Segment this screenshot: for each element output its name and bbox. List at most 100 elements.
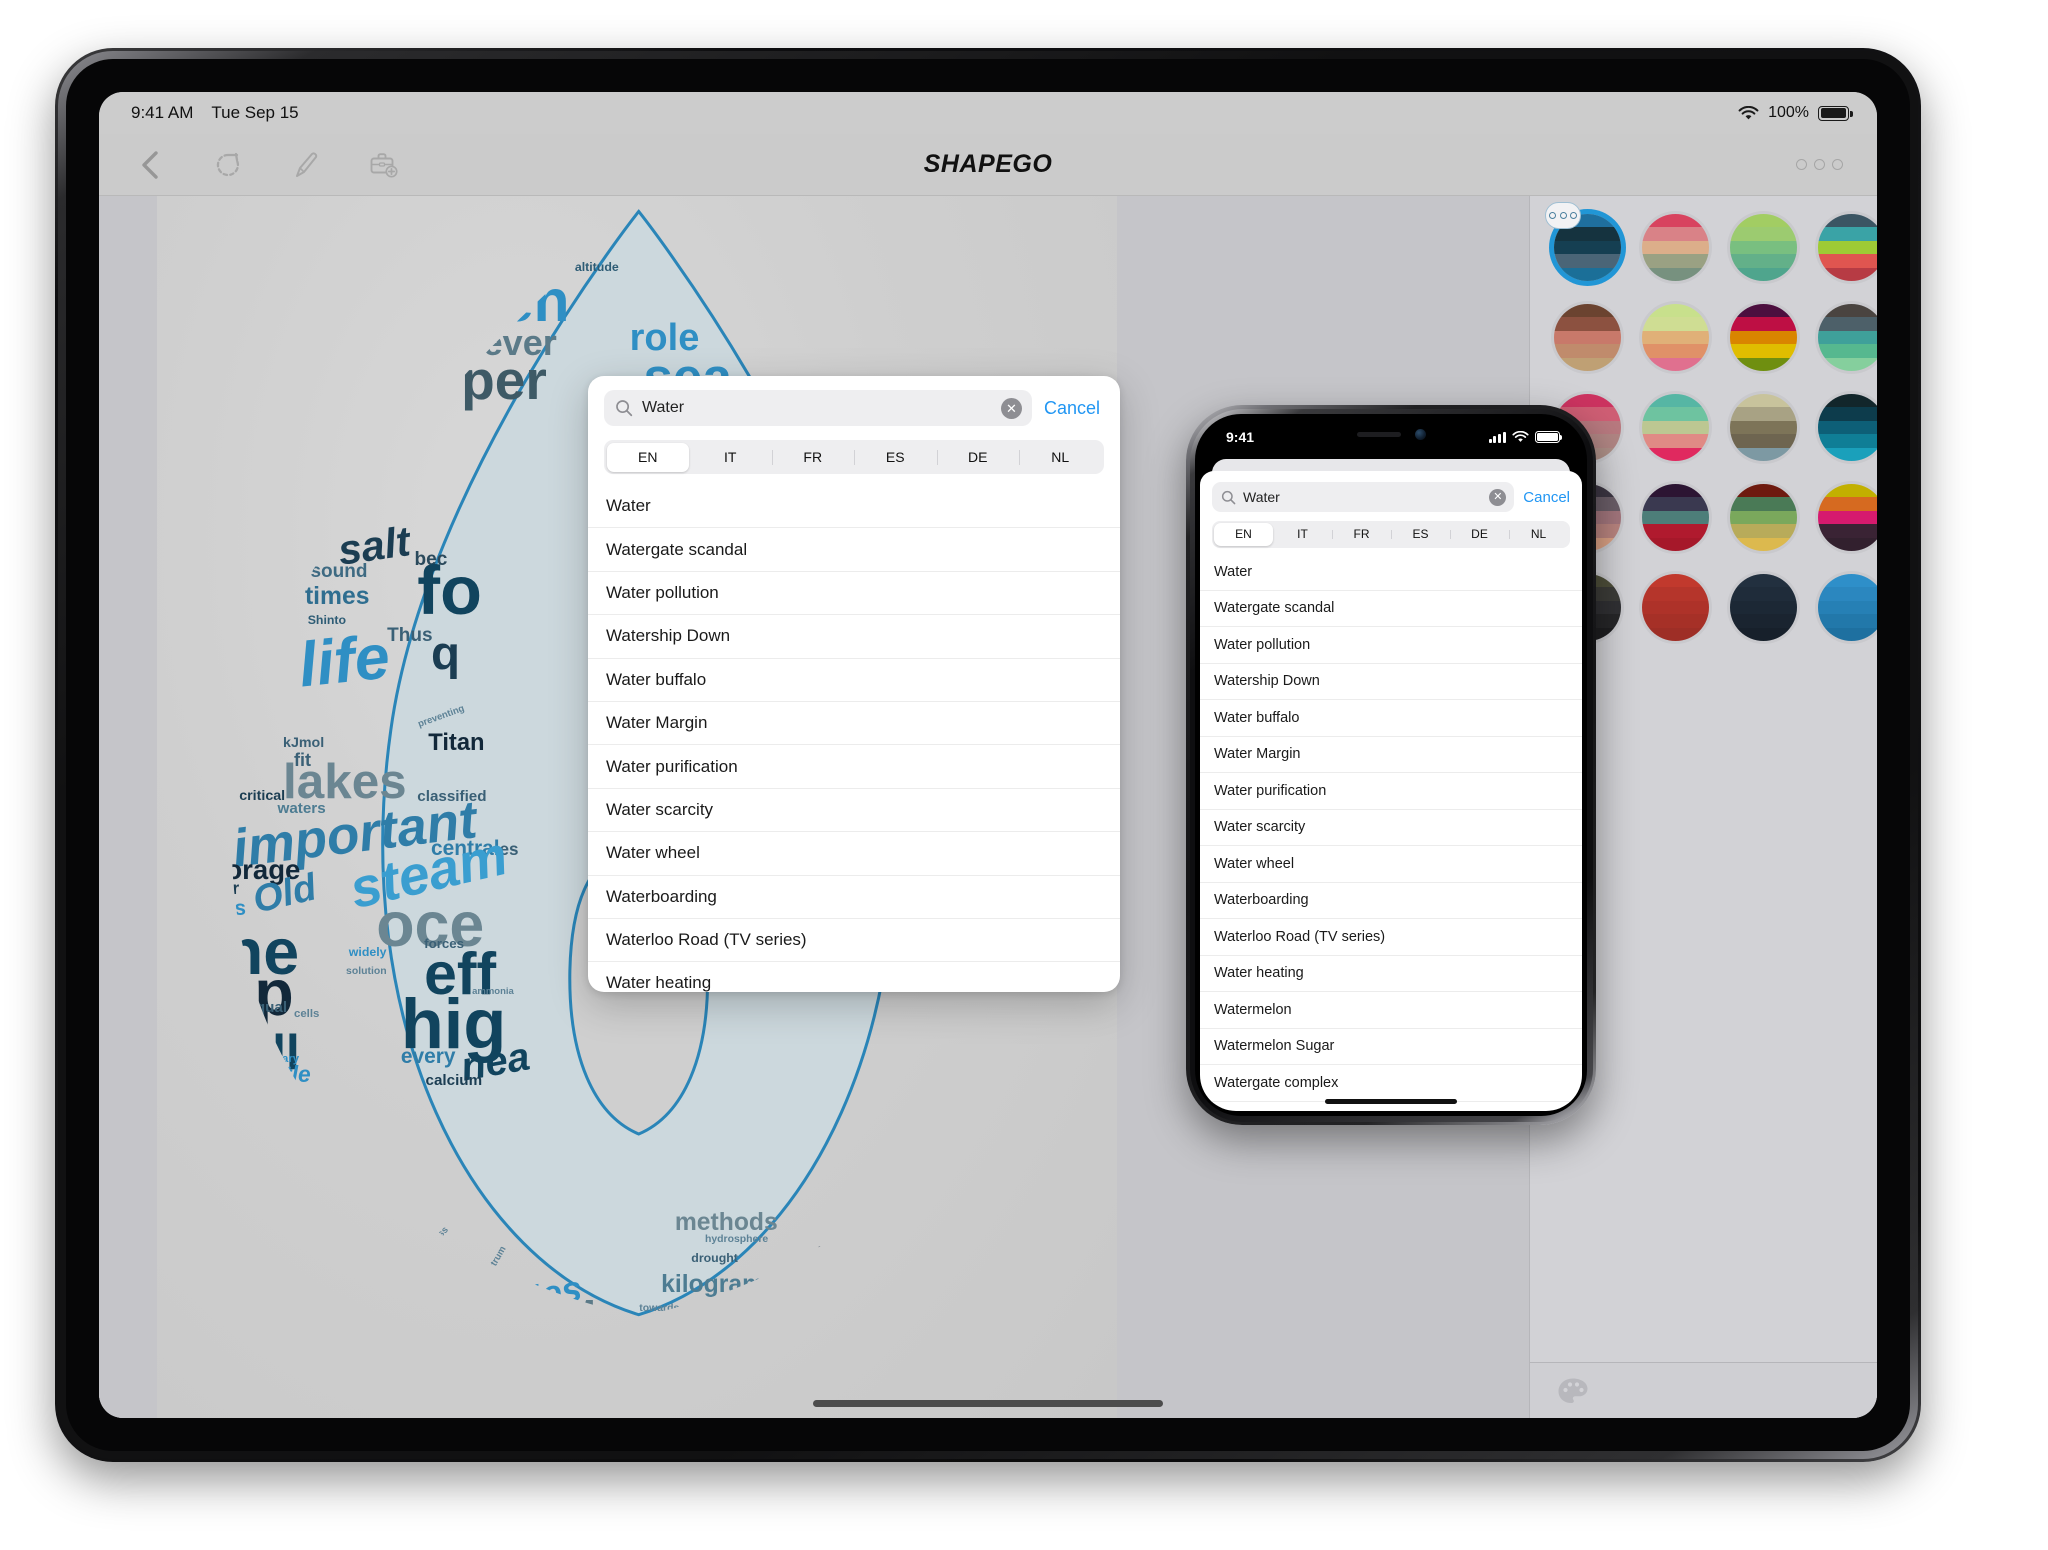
search-result-item[interactable]: Water — [588, 485, 1120, 529]
search-result-item[interactable]: Waterloo Road (TV series) — [588, 919, 1120, 963]
language-tab-de[interactable]: DE — [1450, 523, 1509, 546]
palette-swatch[interactable] — [1818, 484, 1877, 551]
search-result-item[interactable]: Water heating — [588, 962, 1120, 992]
palette-swatch[interactable] — [1642, 304, 1709, 371]
search-result-item[interactable]: Water heating — [1200, 956, 1582, 992]
language-tab-nl[interactable]: NL — [1019, 443, 1102, 472]
search-result-item[interactable]: Water wheel — [588, 832, 1120, 876]
search-result-item[interactable]: Water purification — [588, 745, 1120, 789]
search-result-item[interactable]: Water Margin — [588, 702, 1120, 746]
palette-swatch[interactable] — [1642, 484, 1709, 551]
search-results-list[interactable]: Water Watergate scandal Water pollution Wat… — [588, 485, 1120, 992]
search-result-item[interactable]: Water purification — [1200, 773, 1582, 810]
briefcase-add-icon[interactable] — [367, 148, 401, 182]
ipad-home-indicator[interactable] — [813, 1400, 1163, 1407]
iphone-search-input[interactable]: Water ✕ — [1212, 482, 1515, 512]
search-result-item[interactable]: Water pollution — [1200, 627, 1582, 664]
iphone-search-results-list[interactable]: Water Watergate scandal Water pollution Wat… — [1200, 554, 1582, 1111]
search-icon — [1221, 490, 1236, 505]
palette-swatch[interactable] — [1730, 394, 1797, 461]
language-tab-fr[interactable]: FR — [771, 443, 855, 472]
language-segmented-control[interactable]: EN IT FR ES DE NL — [604, 440, 1104, 474]
search-result-item[interactable]: Watermelon — [1200, 992, 1582, 1029]
word-cloud-word: solution — [346, 966, 387, 978]
rotate-refresh-icon[interactable] — [211, 148, 245, 182]
palette-swatch[interactable] — [1818, 574, 1877, 641]
search-result-item[interactable]: Water Margin — [1200, 737, 1582, 773]
search-result-item[interactable]: Watergate complex — [1200, 1065, 1582, 1102]
chevron-left-icon[interactable] — [133, 148, 167, 182]
word-cloud-word: widely — [348, 944, 387, 959]
clear-icon[interactable]: ✕ — [1000, 397, 1022, 419]
swatch-stripe — [1642, 267, 1709, 281]
swatch-stripe — [1730, 434, 1797, 448]
swatch-stripe — [1730, 497, 1797, 511]
palette-swatch[interactable] — [1730, 484, 1797, 551]
palette-swatch[interactable] — [1818, 394, 1877, 461]
search-result-item[interactable]: Watership Down — [588, 615, 1120, 659]
search-result-item[interactable]: Water — [1200, 554, 1582, 591]
search-dialog[interactable]: Water ✕ Cancel EN IT FR ES DE NL Water Waterga… — [588, 376, 1120, 992]
iphone-search-row: Water ✕ Cancel — [1200, 471, 1582, 519]
language-tab-en[interactable]: EN — [1214, 523, 1273, 546]
swatch-stripe — [1730, 214, 1797, 228]
palette-swatch[interactable] — [1554, 304, 1621, 371]
search-result-item[interactable]: Water pollution — [588, 572, 1120, 616]
swatch-stripe — [1730, 254, 1797, 268]
more-options-icon[interactable] — [1796, 159, 1843, 170]
language-tab-es[interactable]: ES — [854, 443, 937, 472]
cancel-button[interactable]: Cancel — [1044, 398, 1104, 419]
swatch-stripe — [1818, 214, 1877, 228]
search-result-item[interactable]: Watership Down — [1200, 664, 1582, 700]
search-result-item[interactable]: Water wheel — [1200, 846, 1582, 883]
swatch-stripe — [1730, 627, 1797, 641]
iphone-search-dialog[interactable]: Water ✕ Cancel EN IT FR ES DE NL Water Waterga… — [1200, 471, 1582, 1111]
search-result-item[interactable]: Waterboarding — [588, 876, 1120, 919]
language-tab-nl[interactable]: NL — [1509, 523, 1568, 546]
iphone-home-indicator[interactable] — [1325, 1099, 1457, 1104]
palette-swatch[interactable] — [1818, 304, 1877, 371]
search-result-item[interactable]: Waterboarding — [1200, 883, 1582, 919]
word-cloud-word: every — [400, 1045, 456, 1069]
language-tab-fr[interactable]: FR — [1332, 523, 1391, 546]
search-result-item[interactable]: Water buffalo — [588, 659, 1120, 702]
search-result-item[interactable]: Watergate scandal — [1200, 591, 1582, 627]
swatch-stripe — [1554, 227, 1621, 241]
palette-swatch[interactable] — [1730, 304, 1797, 371]
clear-icon[interactable]: ✕ — [1489, 488, 1507, 506]
iphone-language-segmented-control[interactable]: EN IT FR ES DE NL — [1212, 521, 1570, 548]
ipad-status-bar: 9:41 AM Tue Sep 15 100% — [99, 92, 1877, 134]
iphone-cancel-button[interactable]: Cancel — [1523, 489, 1570, 506]
palette-swatch[interactable] — [1730, 214, 1797, 281]
pen-icon[interactable] — [289, 148, 323, 182]
search-row: Water ✕ Cancel — [588, 376, 1120, 436]
search-result-item[interactable]: Watermelon Sugar — [1200, 1029, 1582, 1065]
language-tab-es[interactable]: ES — [1391, 523, 1450, 546]
language-tab-en[interactable]: EN — [606, 442, 689, 472]
language-tab-de[interactable]: DE — [936, 443, 1020, 472]
swatch-stripe — [1818, 447, 1877, 461]
language-tab-it[interactable]: IT — [689, 443, 772, 472]
palette-swatch[interactable] — [1642, 394, 1709, 461]
swatch-stripe — [1818, 537, 1877, 551]
palette-swatch[interactable] — [1818, 214, 1877, 281]
ipad-screen: 9:41 AM Tue Sep 15 100% SHAPEGO rocks al… — [99, 92, 1877, 1418]
palette-swatch[interactable] — [1642, 214, 1709, 281]
search-result-item[interactable]: Watergate scandal — [588, 528, 1120, 572]
search-result-item[interactable]: Water buffalo — [1200, 700, 1582, 737]
swatch-stripe — [1554, 254, 1621, 268]
word-cloud-word: times — [304, 582, 370, 610]
ipad-device: 9:41 AM Tue Sep 15 100% SHAPEGO rocks al… — [55, 48, 1921, 1462]
search-result-item[interactable]: Water scarcity — [588, 789, 1120, 833]
swatch-stripe — [1818, 600, 1877, 615]
iphone-notch — [1315, 419, 1467, 449]
search-result-item[interactable]: Waterloo Road (TV series) — [1200, 919, 1582, 956]
search-result-item[interactable]: Water scarcity — [1200, 810, 1582, 846]
palette-swatch[interactable] — [1642, 574, 1709, 641]
swatch-stripe — [1730, 267, 1797, 281]
language-tab-it[interactable]: IT — [1273, 523, 1332, 546]
palette-swatch[interactable] — [1730, 574, 1797, 641]
more-options-badge-icon[interactable] — [1545, 202, 1581, 229]
search-input[interactable]: Water ✕ — [604, 390, 1032, 426]
palette-icon[interactable] — [1556, 1376, 1590, 1406]
